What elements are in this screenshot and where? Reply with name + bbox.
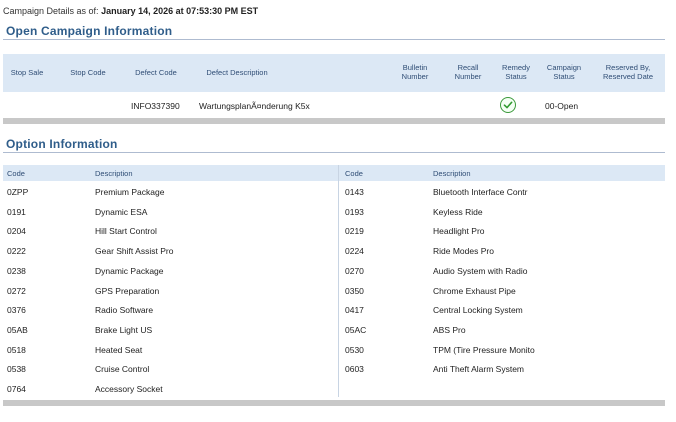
option-description: Bluetooth Interface Contr [433,187,528,197]
option-row: 0764 Accessory Socket [3,380,665,400]
open-campaign-title: Open Campaign Information [6,24,173,38]
open-campaign-header-row: Stop Sale Stop Code Defect Code Defect D… [3,54,665,92]
option-code: 0193 [345,206,364,217]
open-campaign-rule [3,39,665,40]
right-col-code: Code [345,169,363,178]
option-row: 0350 Chrome Exhaust Pipe [3,282,665,302]
col-recall-number: Recall Number [454,63,482,81]
option-row: 05AC ABS Pro [3,321,665,341]
option-description: Anti Theft Alarm System [433,364,525,375]
col-reserved: Reserved By, Reserved Date [602,63,654,81]
option-description: Headlight Pro [433,226,485,237]
option-description: Chrome Exhaust Pipe [433,285,516,296]
col-defect-description: Defect Description [206,68,268,77]
option-description: Audio System with Radio [433,265,528,276]
option-info-header-row: Code Description Code Description [3,165,665,181]
campaign-status-cell: 00-Open [545,101,579,111]
option-row: 0224 Ride Modes Pro [3,242,665,262]
left-col-description: Description [95,169,133,178]
as-of-label: Campaign Details as of: [3,6,99,16]
option-row: 0193 Keyless Ride [3,203,665,223]
option-code: 0270 [345,265,364,276]
option-row: 0417 Central Locking System [3,301,665,321]
open-campaign-footer-bar [3,118,665,124]
col-remedy-status: Remedy Status [502,63,530,81]
option-row: 0219 Headlight Pro [3,222,665,242]
option-description: Accessory Socket [95,384,163,394]
option-code: 05AC [345,324,367,335]
option-code: 0603 [345,364,364,375]
option-code: 0764 [7,384,26,394]
col-defect-code: Defect Code [135,68,177,77]
defect-description-cell: WartungsplanÃ¤nderung K5x [199,101,310,111]
option-row: 0143 Bluetooth Interface Contr [3,183,665,203]
as-of-value: January 14, 2026 at 07:53:30 PM EST [101,6,259,16]
left-col-code: Code [7,169,25,178]
option-description: Ride Modes Pro [433,246,494,257]
option-row: 0530 TPM (Tire Pressure Monito [3,341,665,361]
as-of-line: Campaign Details as of: January 14, 2026… [3,6,258,16]
option-info-rule [3,152,665,153]
option-code: 0143 [345,187,364,197]
option-description: Keyless Ride [433,206,483,217]
col-stop-code: Stop Code [70,68,106,77]
col-stop-sale: Stop Sale [10,68,44,77]
col-bulletin-number: Bulletin Number [401,63,429,81]
option-row: 0603 Anti Theft Alarm System [3,360,665,380]
open-campaign-row: INFO337390 WartungsplanÃ¤nderung K5x 00-… [3,92,665,118]
option-info-title: Option Information [6,137,118,151]
option-code: 0224 [345,246,364,257]
right-col-description: Description [433,169,471,178]
check-circle-icon [500,97,516,113]
option-code: 0350 [345,285,364,296]
option-description: ABS Pro [433,324,466,335]
option-code: 0219 [345,226,364,237]
option-code: 0530 [345,344,364,355]
option-code: 0417 [345,305,364,316]
option-info-footer-bar [3,400,665,406]
option-description: Central Locking System [433,305,523,316]
col-campaign-status: Campaign Status [546,63,582,81]
option-row: 0270 Audio System with Radio [3,262,665,282]
defect-code-cell: INFO337390 [131,101,180,111]
option-description: TPM (Tire Pressure Monito [433,344,535,355]
